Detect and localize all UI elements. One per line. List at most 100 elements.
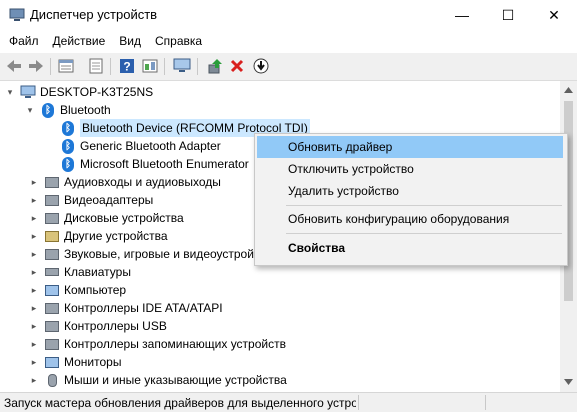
expand-chevron-icon[interactable]: ▸ [28,299,40,317]
menu-item-update-driver[interactable]: Обновить драйвер [257,136,563,158]
computer-icon [20,84,36,100]
tree-root[interactable]: ▾ DESKTOP-K3T25NS [4,83,153,101]
category-label: Аудиовходы и аудиовыходы [64,175,221,189]
expand-chevron-icon[interactable]: ▸ [28,281,40,299]
usb-controller-icon [44,318,60,334]
category-label: Мыши и иные указывающие устройства [64,373,287,387]
menu-item-properties[interactable]: Свойства [257,237,563,259]
remove-device-icon [230,59,244,73]
menu-item-disable-device[interactable]: Отключить устройство [257,158,563,180]
tree-category[interactable]: ▸ Звуковые, игровые и видеоустройства [28,245,279,263]
scan-hardware-button[interactable] [251,56,271,76]
tree-category[interactable]: ▸ Мониторы [28,353,122,371]
update-driver-icon [208,59,222,74]
sound-icon [44,246,60,262]
collapse-chevron-icon[interactable]: ▾ [4,83,16,101]
collapse-chevron-icon[interactable]: ▾ [24,101,36,119]
expand-chevron-icon[interactable]: ▸ [28,191,40,209]
menu-item-scan-hardware[interactable]: Обновить конфигурацию оборудования [257,208,563,230]
menu-bar: Файл Действие Вид Справка [0,30,577,52]
help-icon: ? [120,59,134,74]
minimize-button[interactable]: — [439,0,485,30]
tree-category[interactable]: ▸ Клавиатуры [28,263,131,281]
bluetooth-icon: ᛒ [60,138,76,154]
context-menu: Обновить драйвер Отключить устройство Уд… [254,133,568,266]
category-label: Звуковые, игровые и видеоустройства [64,247,279,261]
properties-button[interactable] [56,56,76,76]
computer-name: DESKTOP-K3T25NS [40,85,154,99]
bluetooth-icon: ᛒ [60,120,76,136]
tree-category[interactable]: ▸ Видеоадаптеры [28,191,154,209]
storage-controller-icon [44,336,60,352]
category-label: Дисковые устройства [64,211,184,225]
close-button[interactable]: ✕ [531,0,577,30]
expand-chevron-icon[interactable]: ▸ [28,353,40,371]
device-manager-app-icon [9,8,25,21]
menu-separator [286,205,562,206]
category-label: Другие устройства [64,229,168,243]
expand-chevron-icon[interactable]: ▸ [28,263,40,281]
scan-hardware-icon [253,58,269,74]
toolbar-separator [50,58,51,75]
expand-chevron-icon[interactable]: ▸ [28,335,40,353]
scroll-up-arrow-icon[interactable] [564,87,573,93]
status-text: Запуск мастера обновления драйверов для … [4,396,356,410]
monitor-button[interactable] [172,56,192,76]
tree-device[interactable]: ᛒ Generic Bluetooth Adapter [60,137,221,155]
other-devices-icon [44,228,60,244]
tree-category-bluetooth[interactable]: ▾ ᛒ Bluetooth [24,101,111,119]
tree-category[interactable]: ▸ Аудиовходы и аудиовыходы [28,173,221,191]
tree-category[interactable]: ▸ Контроллеры USB [28,317,167,335]
expand-chevron-icon[interactable]: ▸ [28,227,40,245]
expand-chevron-icon[interactable]: ▸ [28,317,40,335]
toolbar-separator [197,58,198,75]
resources-button[interactable] [140,56,160,76]
remove-device-button[interactable] [227,56,247,76]
toolbar-separator [164,58,165,75]
forward-icon [29,60,43,72]
menu-action[interactable]: Действие [46,30,113,52]
bluetooth-icon: ᛒ [60,156,76,172]
minimize-icon: — [455,7,469,23]
tree-category[interactable]: ▸ Мыши и иные указывающие устройства [28,371,287,389]
tree-category[interactable]: ▸ Контроллеры IDE ATA/ATAPI [28,299,223,317]
tree-category[interactable]: ▸ Другие устройства [28,227,168,245]
expand-chevron-icon[interactable]: ▸ [28,173,40,191]
title-bar: Диспетчер устройств — ☐ ✕ [0,0,577,30]
menu-help[interactable]: Справка [148,30,209,52]
forward-button[interactable] [26,56,46,76]
window-title: Диспетчер устройств [30,7,158,22]
disk-drive-icon [44,210,60,226]
menu-view[interactable]: Вид [112,30,148,52]
menu-file[interactable]: Файл [0,30,46,52]
resources-icon [142,59,158,73]
display-adapter-icon [44,192,60,208]
help-button[interactable]: ? [117,56,137,76]
monitor-icon [44,354,60,370]
expand-chevron-icon[interactable]: ▸ [28,209,40,227]
maximize-icon: ☐ [501,6,515,23]
menu-separator [286,233,562,234]
back-icon [7,60,21,72]
menu-item-uninstall-device[interactable]: Удалить устройство [257,180,563,202]
device-label: Generic Bluetooth Adapter [80,139,221,153]
tree-category[interactable]: ▸ Дисковые устройства [28,209,184,227]
ide-controller-icon [44,300,60,316]
expand-chevron-icon[interactable]: ▸ [28,371,40,389]
tree-category[interactable]: ▸ Компьютер [28,281,126,299]
category-label: Контроллеры IDE ATA/ATAPI [64,301,223,315]
update-driver-button[interactable] [205,56,225,76]
expand-chevron-icon[interactable]: ▸ [28,245,40,263]
category-label: Компьютер [64,283,127,297]
back-button[interactable] [4,56,24,76]
bluetooth-icon: ᛒ [40,102,56,118]
scroll-down-arrow-icon[interactable] [564,379,573,385]
maximize-button[interactable]: ☐ [485,0,531,30]
toolbar: ? [0,53,577,81]
tree-category[interactable]: ▸ Контроллеры запоминающих устройств [28,335,286,353]
device-list-button[interactable] [86,56,106,76]
category-label: Мониторы [64,355,122,369]
svg-text:?: ? [123,60,130,74]
category-label: Контроллеры USB [64,319,167,333]
tree-device[interactable]: ᛒ Microsoft Bluetooth Enumerator [60,155,249,173]
